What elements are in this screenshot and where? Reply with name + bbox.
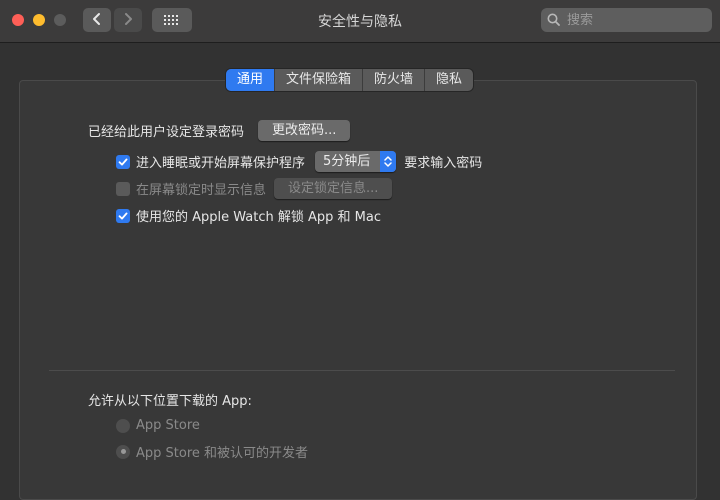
password-set-label: 已经给此用户设定登录密码 xyxy=(88,125,245,140)
search-field[interactable] xyxy=(541,8,712,32)
require-password-label: 进入睡眠或开始屏幕保护程序 xyxy=(136,156,306,171)
require-password-suffix: 要求输入密码 xyxy=(404,156,483,171)
identified-option-label: App Store 和被认可的开发者 xyxy=(136,446,309,461)
download-option-appstore: App Store xyxy=(116,418,200,433)
tab-firewall[interactable]: 防火墙 xyxy=(363,69,426,91)
lock-message-row: 在屏幕锁定时显示信息 设定锁定信息... xyxy=(116,178,393,199)
tab-privacy[interactable]: 隐私 xyxy=(425,69,473,91)
set-lock-message-button[interactable]: 设定锁定信息... xyxy=(274,178,393,199)
apple-watch-checkbox[interactable] xyxy=(116,208,130,223)
download-heading: 允许从以下位置下载的 App: xyxy=(88,394,252,409)
tab-general[interactable]: 通用 xyxy=(226,69,276,91)
download-heading-row: 允许从以下位置下载的 App: xyxy=(88,390,252,409)
updown-arrows-icon xyxy=(380,151,397,172)
search-icon xyxy=(547,11,560,30)
lock-message-label: 在屏幕锁定时显示信息 xyxy=(136,183,267,198)
identified-developers-radio[interactable] xyxy=(116,444,130,459)
apple-watch-row: 使用您的 Apple Watch 解锁 App 和 Mac xyxy=(116,206,381,225)
search-input[interactable] xyxy=(565,11,709,29)
tab-bar: 通用 文件保险箱 防火墙 隐私 xyxy=(226,69,474,91)
require-password-row: 进入睡眠或开始屏幕保护程序 5分钟后 要求输入密码 xyxy=(116,151,482,172)
change-password-button[interactable]: 更改密码... xyxy=(258,120,351,141)
appstore-option-label: App Store xyxy=(136,418,200,433)
title-bar: 安全性与隐私 xyxy=(0,0,720,43)
lock-message-checkbox[interactable] xyxy=(116,181,130,196)
password-delay-select[interactable]: 5分钟后 xyxy=(315,151,397,172)
apple-watch-label: 使用您的 Apple Watch 解锁 App 和 Mac xyxy=(136,210,382,225)
settings-panel xyxy=(19,80,697,500)
password-delay-value: 5分钟后 xyxy=(323,154,371,169)
tab-filevault[interactable]: 文件保险箱 xyxy=(275,69,364,91)
section-divider xyxy=(49,370,675,371)
download-option-identified: App Store 和被认可的开发者 xyxy=(116,442,308,461)
appstore-radio[interactable] xyxy=(116,418,130,433)
password-row: 已经给此用户设定登录密码 更改密码... xyxy=(88,120,351,141)
require-password-checkbox[interactable] xyxy=(116,154,130,169)
